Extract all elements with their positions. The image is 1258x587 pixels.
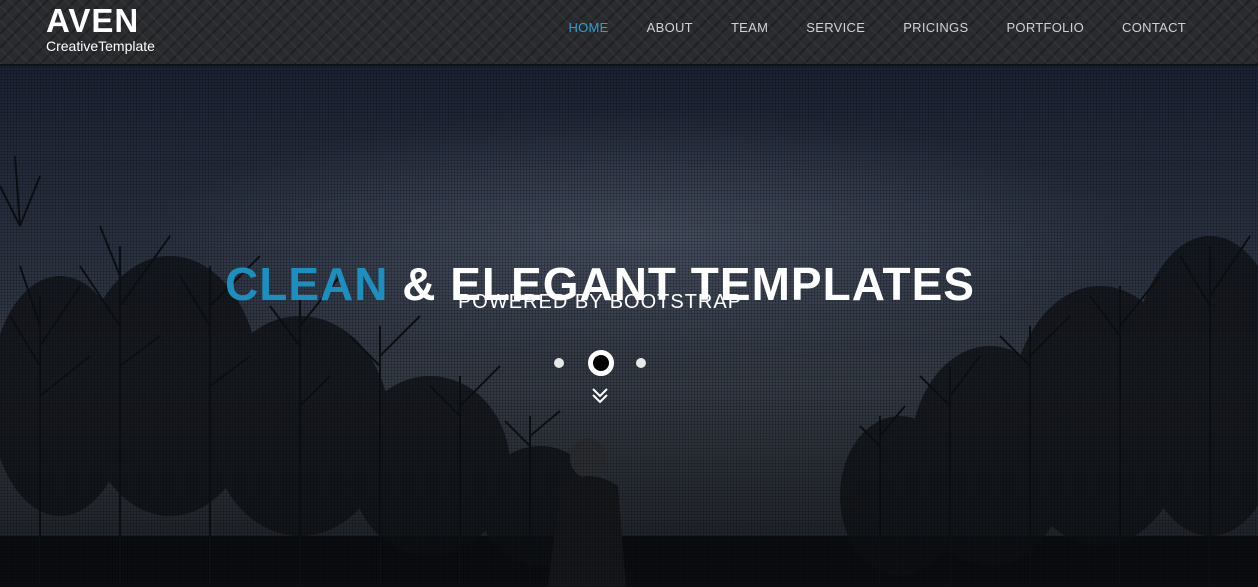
nav-item-home[interactable]: HOME xyxy=(568,20,608,35)
hero-pattern-overlay xyxy=(0,66,1258,587)
brand-logo[interactable]: AVEN CreativeTemplate xyxy=(46,2,155,55)
nav-item-contact[interactable]: CONTACT xyxy=(1122,20,1186,35)
navbar: AVEN CreativeTemplate HOME ABOUT TEAM SE… xyxy=(0,0,1258,66)
double-chevron-down-icon[interactable] xyxy=(591,387,609,405)
hero-subheadline: POWERED BY BOOTSTRAP xyxy=(457,291,743,313)
page: AVEN CreativeTemplate HOME ABOUT TEAM SE… xyxy=(0,0,1258,587)
slider-dot-2[interactable] xyxy=(588,350,614,376)
hero-slider: CLEAN & ELEGANT TEMPLATES POWERED BY BOO… xyxy=(0,66,1258,587)
nav-item-service[interactable]: SERVICE xyxy=(806,20,865,35)
nav-item-pricings[interactable]: PRICINGS xyxy=(903,20,968,35)
nav-item-team[interactable]: TEAM xyxy=(731,20,768,35)
nav-item-portfolio[interactable]: PORTFOLIO xyxy=(1006,20,1084,35)
slider-dot-1[interactable] xyxy=(554,358,564,368)
nav-item-about[interactable]: ABOUT xyxy=(647,20,693,35)
brand-subtitle: CreativeTemplate xyxy=(46,38,155,54)
slider-pagination xyxy=(554,350,648,376)
brand-title: AVEN xyxy=(46,2,140,39)
slider-dot-3[interactable] xyxy=(636,358,646,368)
main-nav: HOME ABOUT TEAM SERVICE PRICINGS PORTFOL… xyxy=(530,0,1186,54)
